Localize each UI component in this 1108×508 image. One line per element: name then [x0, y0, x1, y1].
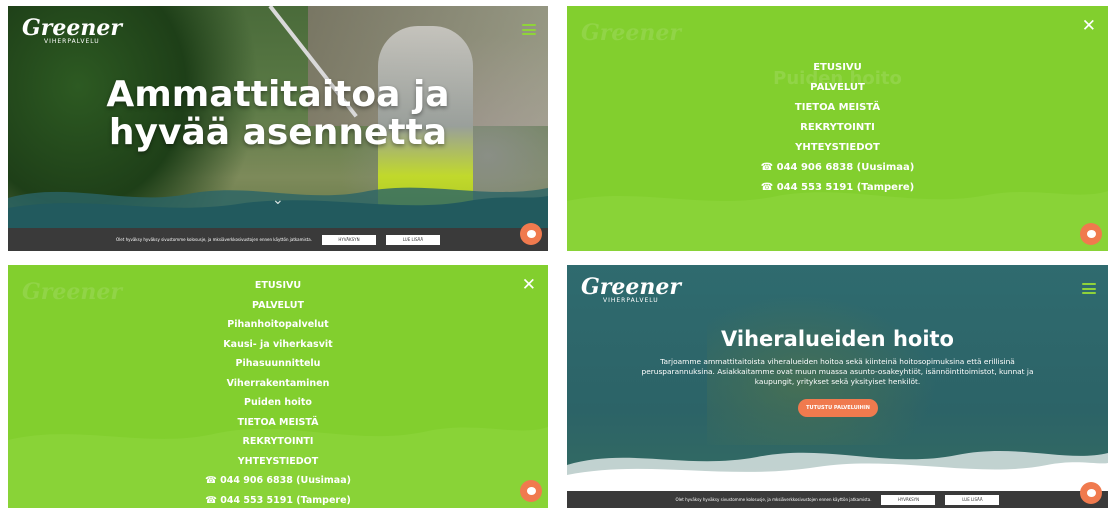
phone-link-tampere[interactable]: 044 553 5191 (Tampere)	[567, 178, 1108, 198]
hamburger-icon[interactable]	[522, 24, 536, 35]
cookie-text: Olet hyväksy hyväksy sivustomme kolosusj…	[675, 497, 872, 502]
phone-link-uusimaa[interactable]: 044 906 6838 (Uusimaa)	[567, 158, 1108, 178]
cookie-text: Olet hyväksy hyväksy sivustomme kolosusj…	[116, 237, 312, 242]
phone-link-tampere[interactable]: 044 553 5191 (Tampere)	[8, 491, 548, 508]
chevron-down-icon[interactable]: ⌄	[272, 192, 284, 208]
cookie-bar: Olet hyväksy hyväksy sivustomme kolosusj…	[8, 228, 548, 251]
phone-link-uusimaa[interactable]: 044 906 6838 (Uusimaa)	[8, 471, 548, 491]
service-wave	[567, 451, 1108, 491]
menu-screen: Greener Puiden hoito ✕ ETUSIVU PALVELUT …	[567, 6, 1108, 251]
submenu-item-puiden-hoito[interactable]: Puiden hoito	[8, 393, 548, 413]
cookie-read-more-button[interactable]: LUE LISÄÄ	[385, 234, 440, 245]
chat-icon[interactable]	[520, 223, 542, 245]
menu-item-etusivu[interactable]: ETUSIVU	[8, 276, 548, 296]
chat-icon[interactable]	[1080, 223, 1102, 245]
hero-screen: Greener VIHERPALVELU Ammattitaitoa ja hy…	[8, 6, 548, 251]
close-icon[interactable]: ✕	[1082, 18, 1096, 35]
chat-icon[interactable]	[1080, 482, 1102, 504]
cookie-read-more-button[interactable]: LUE LISÄÄ	[945, 494, 1000, 505]
menu-item-rekrytointi[interactable]: REKRYTOINTI	[8, 432, 548, 452]
service-screen: Greener VIHERPALVELU Viheralueiden hoito…	[567, 265, 1108, 508]
submenu-item-pihasuunnittelu[interactable]: Pihasuunnittelu	[8, 354, 548, 374]
menu-item-yhteystiedot[interactable]: YHTEYSTIEDOT	[567, 138, 1108, 158]
menu-item-tietoa-meista[interactable]: TIETOA MEISTÄ	[567, 98, 1108, 118]
submenu-item-kausi-ja-viherkasvit[interactable]: Kausi- ja viherkasvit	[8, 335, 548, 355]
menu-item-tietoa-meista[interactable]: TIETOA MEISTÄ	[8, 413, 548, 433]
logo[interactable]: Greener VIHERPALVELU	[581, 276, 681, 305]
chat-icon[interactable]	[520, 480, 542, 502]
ghost-logo: Greener	[581, 20, 681, 46]
service-description: Tarjoamme ammattitaitoista viheralueiden…	[641, 357, 1034, 386]
service-title: Viheralueiden hoito	[721, 327, 954, 351]
cookie-bar: Olet hyväksy hyväksy sivustomme kolosusj…	[567, 491, 1108, 508]
logo[interactable]: Greener VIHERPALVELU	[22, 17, 122, 46]
main-menu-expanded: ETUSIVU PALVELUT Pihanhoitopalvelut Kaus…	[8, 276, 548, 508]
explore-services-button[interactable]: TUTUSTU PALVELUIHIN	[798, 399, 878, 417]
submenu-item-pihanhoitopalvelut[interactable]: Pihanhoitopalvelut	[8, 315, 548, 335]
menu-item-palvelut[interactable]: PALVELUT	[8, 296, 548, 316]
hero-title: Ammattitaitoa ja hyvää asennetta	[106, 74, 450, 153]
cookie-accept-button[interactable]: HYVÄKSYN	[881, 494, 936, 505]
submenu-item-viherrakentaminen[interactable]: Viherrakentaminen	[8, 374, 548, 394]
menu-item-palvelut[interactable]: PALVELUT	[567, 78, 1108, 98]
menu-item-yhteystiedot[interactable]: YHTEYSTIEDOT	[8, 452, 548, 472]
menu-expanded-screen: Greener ✕ ETUSIVU PALVELUT Pihanhoitopal…	[8, 265, 548, 508]
cookie-accept-button[interactable]: HYVÄKSYN	[321, 234, 376, 245]
menu-item-etusivu[interactable]: ETUSIVU	[567, 58, 1108, 78]
menu-item-rekrytointi[interactable]: REKRYTOINTI	[567, 118, 1108, 138]
main-menu: ETUSIVU PALVELUT TIETOA MEISTÄ REKRYTOIN…	[567, 58, 1108, 198]
hamburger-icon[interactable]	[1082, 283, 1096, 294]
